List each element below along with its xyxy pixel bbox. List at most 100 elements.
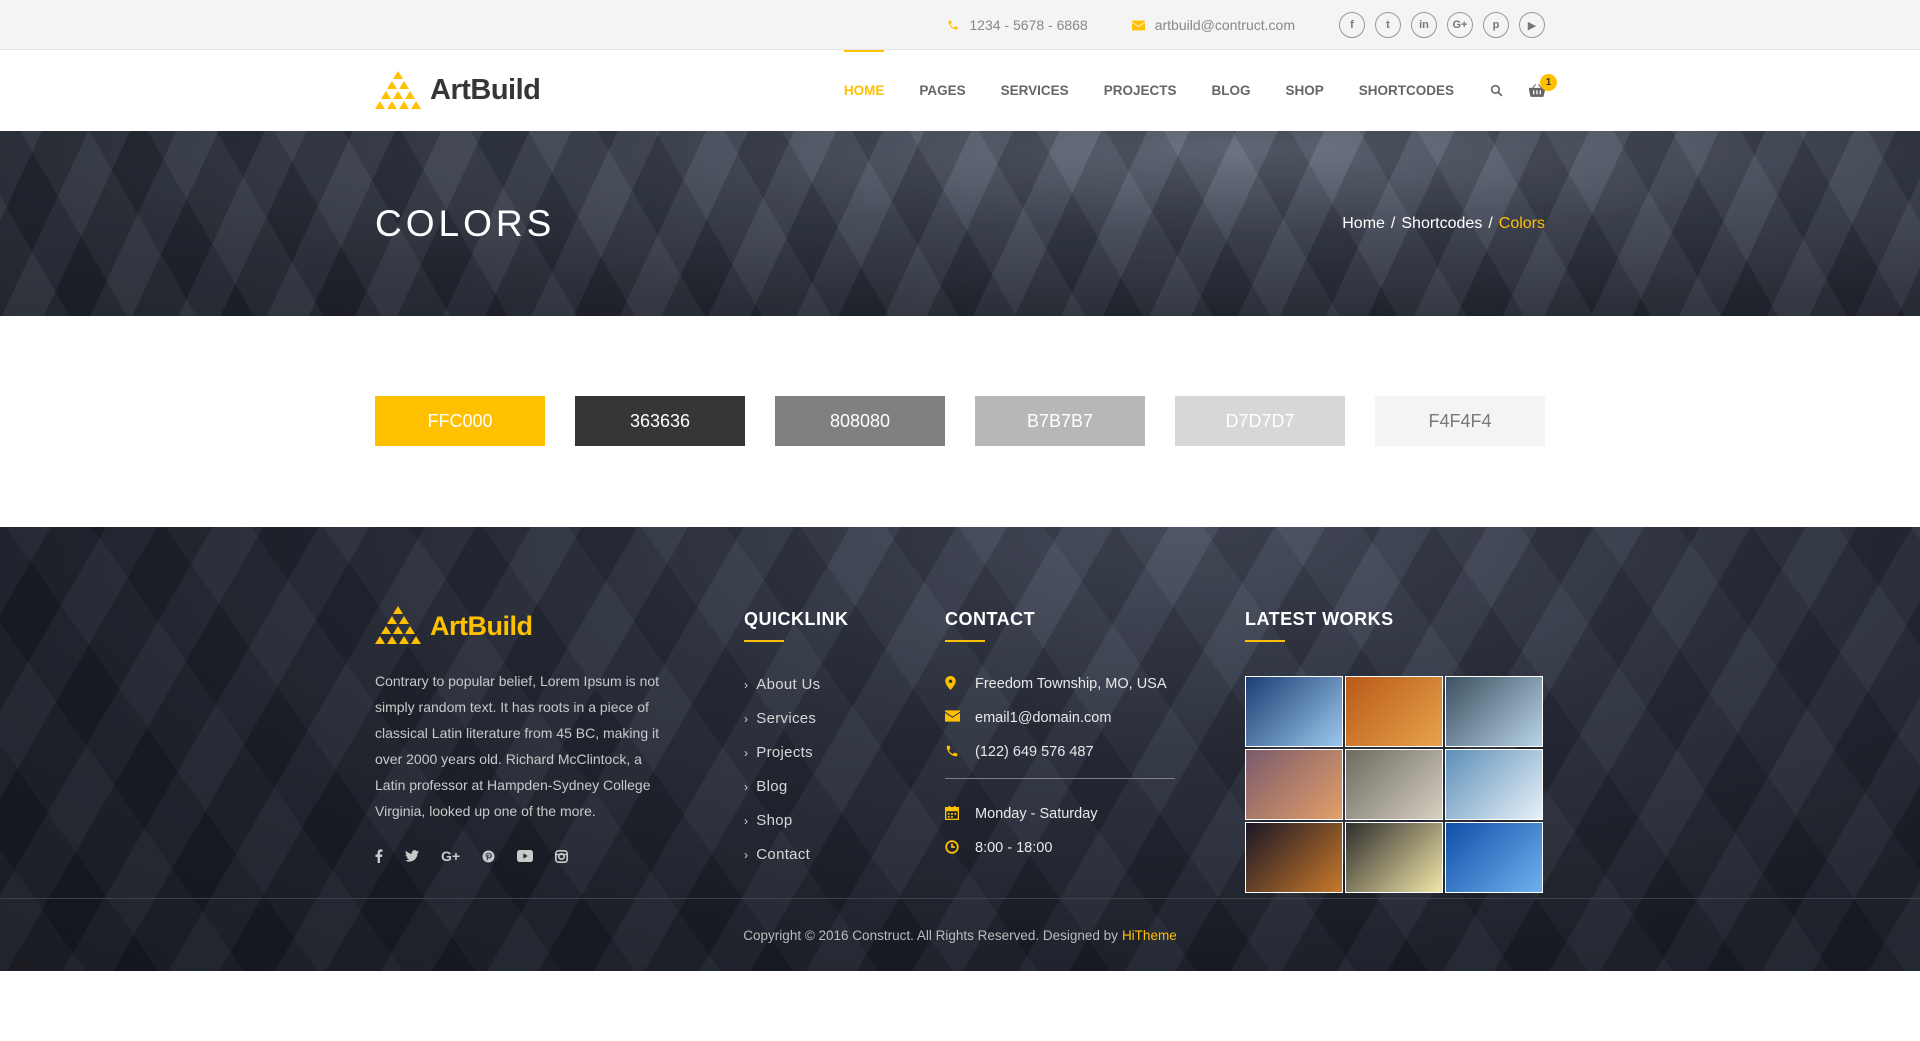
twitter-icon[interactable] [405,850,419,862]
quicklink-label: Projects [756,744,813,761]
site-logo[interactable]: ArtBuild [375,70,541,111]
latest-work-thumbnail[interactable] [1345,749,1443,820]
contact-email-text: email1@domain.com [975,710,1112,726]
quicklink-item[interactable]: › About Us [744,676,924,710]
envelope-icon [945,710,975,722]
quicklink-heading: QUICKLINK [744,609,849,629]
quicklink-item[interactable]: › Shop [744,812,924,846]
contact-divider [945,778,1175,779]
heading-underline [744,640,784,642]
color-swatch: FFC000 [375,396,545,446]
breadcrumb-home[interactable]: Home [1342,215,1385,233]
quicklink-label: About Us [756,676,821,693]
quicklink-list: › About Us › Services › Projects › Blog › Shop › Co… [744,676,924,880]
chevron-right-icon: › [744,780,749,794]
map-marker-icon [945,676,975,690]
chevron-right-icon: › [744,746,749,760]
nav-services[interactable]: SERVICES [1001,50,1069,131]
latest-works-heading: LATEST WORKS [1245,609,1394,629]
contact-email[interactable]: email1@domain.com [945,710,1175,744]
site-header: ArtBuild HOME PAGES SERVICES PROJECTS BL… [0,50,1920,131]
breadcrumb-separator: / [1390,214,1396,232]
breadcrumb-shortcodes[interactable]: Shortcodes [1401,215,1482,233]
chevron-right-icon: › [744,712,749,726]
latest-work-thumbnail[interactable] [1245,749,1343,820]
instagram-icon[interactable] [555,849,569,863]
calendar-icon [945,806,975,820]
nav-pages[interactable]: PAGES [919,50,965,131]
latest-work-thumbnail[interactable] [1445,822,1543,893]
nav-blog[interactable]: BLOG [1211,50,1250,131]
topbar-email-text: artbuild@contruct.com [1154,17,1295,33]
nav-shop[interactable]: SHOP [1285,50,1323,131]
quicklink-item[interactable]: › Blog [744,778,924,812]
facebook-icon[interactable]: f [1339,12,1365,38]
logo-triangle-icon [375,606,421,644]
nav-shortcodes[interactable]: SHORTCODES [1359,50,1454,131]
cart-count-badge: 1 [1540,74,1557,91]
footer-about: ArtBuild Contrary to popular belief, Lor… [375,606,675,864]
google-plus-icon[interactable]: G+ [441,848,460,864]
linkedin-icon[interactable]: in [1411,12,1437,38]
quicklink-label: Blog [756,778,788,795]
swatch-row: FFC000 363636 808080 B7B7B7 D7D7D7 F4F4F4 [375,316,1545,446]
clock-icon [945,840,975,854]
pinterest-icon[interactable]: p [1483,12,1509,38]
search-icon[interactable] [1490,50,1503,131]
contact-address-text: Freedom Township, MO, USA [975,676,1167,692]
copyright-bar: Copyright © 2016 Construct. All Rights R… [0,898,1920,971]
topbar-email[interactable]: artbuild@contruct.com [1131,17,1295,33]
phone-icon [947,19,959,31]
latest-work-thumbnail[interactable] [1345,676,1443,747]
facebook-icon[interactable] [375,849,383,863]
google-plus-icon[interactable]: G+ [1447,12,1473,38]
quicklink-item[interactable]: › Contact [744,846,924,880]
latest-work-thumbnail[interactable] [1245,822,1343,893]
nav-projects[interactable]: PROJECTS [1104,50,1177,131]
footer-about-text: Contrary to popular belief, Lorem Ipsum … [375,673,660,819]
contact-phone-text: (122) 649 576 487 [975,744,1094,760]
latest-work-thumbnail[interactable] [1345,822,1443,893]
site-footer: ArtBuild Contrary to popular belief, Lor… [0,527,1920,971]
phone-icon [945,744,975,758]
contact-list: Freedom Township, MO, USA email1@domain.… [945,676,1175,778]
contact-hours-text: 8:00 - 18:00 [975,840,1053,856]
youtube-icon[interactable] [517,850,534,862]
contact-heading: CONTACT [945,609,1036,629]
quicklink-item[interactable]: › Services [744,710,924,744]
color-swatch: D7D7D7 [1175,396,1345,446]
latest-works-grid [1245,676,1545,893]
heading-underline [945,640,985,642]
hours-list: Monday - Saturday 8:00 - 18:00 [945,806,1175,874]
footer-logo[interactable]: ArtBuild [375,606,675,646]
top-bar: 1234 - 5678 - 6868 artbuild@contruct.com… [0,0,1920,50]
contact-hours: 8:00 - 18:00 [945,840,1175,874]
breadcrumb: Home / Shortcodes / Colors [1342,215,1545,233]
footer-quicklink: QUICKLINK › About Us › Services › Projects › Bl… [744,606,924,880]
contact-days-text: Monday - Saturday [975,806,1098,822]
quicklink-label: Shop [756,812,793,829]
latest-work-thumbnail[interactable] [1445,749,1543,820]
envelope-icon [1131,20,1145,31]
main-nav: HOME PAGES SERVICES PROJECTS BLOG SHOP S… [809,50,1557,131]
youtube-icon[interactable]: ▶ [1519,12,1545,38]
color-swatch: B7B7B7 [975,396,1145,446]
quicklink-item[interactable]: › Projects [744,744,924,778]
latest-work-thumbnail[interactable] [1445,676,1543,747]
footer-socials: G+ [375,848,675,864]
chevron-right-icon: › [744,814,749,828]
copyright-brand-link[interactable]: HiTheme [1122,928,1177,943]
breadcrumb-separator: / [1488,214,1493,232]
twitter-icon[interactable]: t [1375,12,1401,38]
nav-home[interactable]: HOME [843,50,884,131]
quicklink-label: Services [756,710,817,727]
page-title: COLORS [375,202,556,244]
pinterest-icon[interactable] [482,850,495,863]
logo-triangle-icon [375,70,421,109]
color-swatch: 363636 [575,396,745,446]
cart-icon[interactable]: 1 [1529,50,1557,131]
contact-address: Freedom Township, MO, USA [945,676,1175,710]
latest-work-thumbnail[interactable] [1245,676,1343,747]
footer-contact: CONTACT Freedom Township, MO, USA email1… [945,606,1175,874]
chevron-right-icon: › [744,848,749,862]
